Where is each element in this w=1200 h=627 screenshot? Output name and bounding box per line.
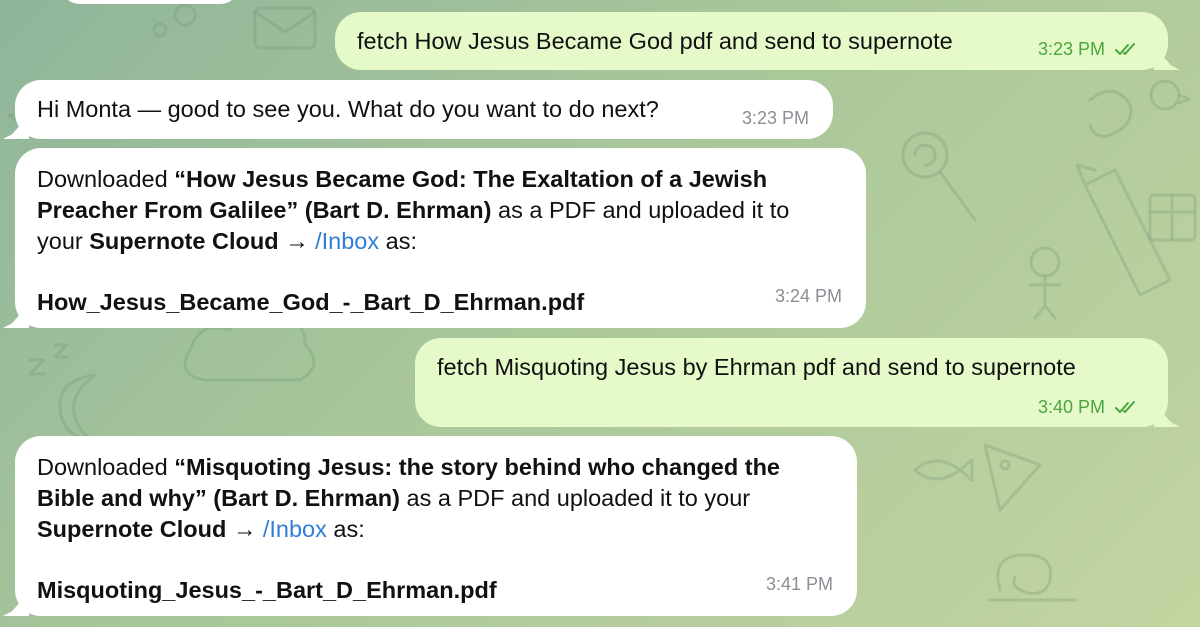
doodle-snail-icon (988, 553, 1077, 602)
doodle-crayon-icon (1075, 163, 1172, 297)
double-check-icon (1115, 43, 1135, 56)
doodle-gift-icon (1148, 193, 1197, 242)
doodle-zzz-icon (28, 343, 69, 376)
doodle-lollipop-icon (901, 131, 977, 222)
doodle-paw-icon (152, 3, 197, 38)
message-time: 3:24 PM (774, 286, 842, 306)
doodle-moon-icon (58, 373, 97, 442)
message-incoming-1[interactable]: Hi Monta — good to see you. What do you … (15, 80, 833, 139)
message-time: 3:23 PM (741, 108, 809, 128)
cloud-name: Supernote Cloud (89, 228, 279, 254)
message-time: 3:23 PM (1037, 39, 1105, 59)
message-text: Downloaded (37, 166, 175, 192)
message-outgoing-2[interactable]: fetch Misquoting Jesus by Ehrman pdf and… (415, 338, 1168, 427)
cropped-bubble-edge (60, 0, 240, 4)
file-name: Misquoting_Jesus_-_Bart_D_Ehrman.pdf (37, 577, 497, 603)
message-text: fetch How Jesus Became God pdf and send … (357, 28, 953, 54)
message-incoming-3[interactable]: Downloaded “Misquoting Jesus: the story … (15, 436, 857, 616)
doodle-gingerbread-icon (1028, 246, 1062, 320)
doodle-fish-icon (913, 458, 974, 482)
message-text: Downloaded (37, 454, 175, 480)
doodle-shrimp-icon (1088, 89, 1133, 138)
inbox-link[interactable]: /Inbox (263, 516, 327, 542)
book-title: “How Jesus Became God: The Exaltation of… (174, 166, 768, 192)
message-time: 3:41 PM (765, 574, 833, 594)
message-text: Hi Monta — good to see you. What do you … (37, 96, 659, 122)
message-outgoing-1[interactable]: fetch How Jesus Became God pdf and send … (335, 12, 1168, 70)
message-time: 3:40 PM (1037, 397, 1105, 417)
doodle-envelope-icon (253, 6, 317, 50)
book-title-cont: Preacher From Galilee” (Bart D. Ehrman) (37, 197, 492, 223)
book-title-cont: Bible and why” (Bart D. Ehrman) (37, 485, 400, 511)
message-text: fetch Misquoting Jesus by Ehrman pdf and… (437, 354, 1076, 380)
file-name: How_Jesus_Became_God_-_Bart_D_Ehrman.pdf (37, 289, 585, 315)
message-incoming-2[interactable]: Downloaded “How Jesus Became God: The Ex… (15, 148, 866, 328)
doodle-pizza-icon (983, 443, 1042, 512)
double-check-icon (1115, 401, 1135, 414)
doodle-bird-icon (1149, 79, 1191, 111)
book-title: “Misquoting Jesus: the story behind who … (174, 454, 781, 480)
cloud-name: Supernote Cloud (37, 516, 227, 542)
inbox-link[interactable]: /Inbox (315, 228, 379, 254)
